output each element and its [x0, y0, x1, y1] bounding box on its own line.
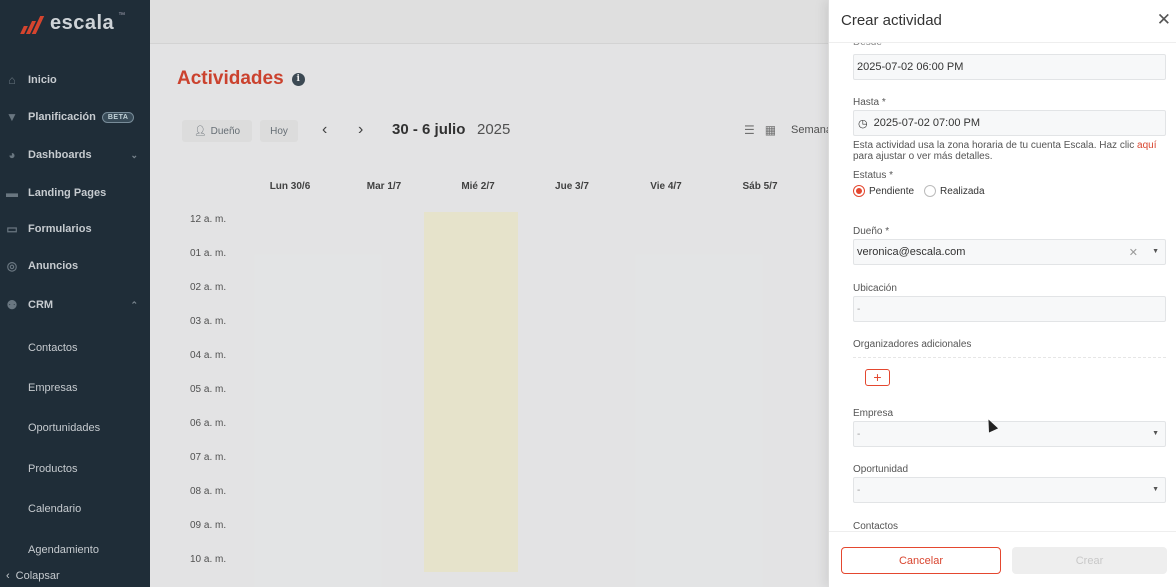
- status-realizada-radio[interactable]: [924, 185, 937, 197]
- create-button[interactable]: Crear: [1012, 547, 1167, 574]
- status-pendiente-label: Pendiente: [869, 185, 915, 197]
- desde-field[interactable]: 2025-07-02 06:00 PM: [853, 54, 1166, 80]
- location-placeholder: -: [857, 303, 861, 315]
- create-activity-drawer: Desde * 2025-07-02 06:00 PM Crear activi…: [828, 0, 1176, 587]
- company-select[interactable]: - ▼: [853, 421, 1166, 447]
- opportunity-placeholder: -: [857, 484, 861, 496]
- hasta-value: 2025-07-02 07:00 PM: [873, 117, 981, 129]
- company-placeholder: -: [857, 428, 861, 440]
- company-label: Empresa: [853, 408, 894, 419]
- location-input[interactable]: -: [853, 296, 1166, 322]
- location-label: Ubicación: [853, 283, 897, 294]
- status-realizada-label: Realizada: [940, 185, 985, 197]
- status-pendiente-radio[interactable]: [853, 185, 865, 197]
- hasta-label: Hasta *: [853, 97, 886, 108]
- add-organizer-plus-icon[interactable]: +: [865, 369, 890, 386]
- drawer-title: Crear actividad: [841, 12, 942, 29]
- caret-down-icon: ▼: [1152, 248, 1159, 255]
- cancel-button[interactable]: Cancelar: [841, 547, 1001, 574]
- opportunity-label: Oportunidad: [853, 464, 909, 475]
- opportunity-select[interactable]: - ▼: [853, 477, 1166, 503]
- owner-value: veronica@escala.com: [857, 246, 966, 258]
- modal-backdrop[interactable]: [0, 0, 828, 587]
- timezone-note-text: Esta actividad usa la zona horaria de tu…: [853, 140, 1138, 151]
- hasta-field[interactable]: ◷ 2025-07-02 07:00 PM: [853, 110, 1166, 136]
- clear-icon[interactable]: ✕: [1129, 246, 1138, 259]
- clock-icon: ◷: [858, 117, 868, 130]
- status-label: Estatus *: [853, 170, 894, 181]
- owner-label: Dueño *: [853, 226, 890, 237]
- cancel-label: Cancelar: [898, 554, 944, 567]
- timezone-link[interactable]: aquí: [1137, 140, 1156, 151]
- close-icon[interactable]: ✕: [1157, 10, 1171, 30]
- timezone-note: Esta actividad usa la zona horaria de tu…: [853, 140, 1169, 162]
- drawer-header: Crear actividad ✕: [829, 0, 1176, 43]
- desde-value: 2025-07-02 06:00 PM: [857, 61, 964, 73]
- drawer-footer: Cancelar Crear: [829, 531, 1176, 587]
- create-label: Crear: [1075, 554, 1104, 567]
- caret-down-icon: ▼: [1152, 430, 1159, 437]
- caret-down-icon: ▼: [1152, 486, 1159, 493]
- organizers-divider: [853, 357, 1166, 358]
- status-radio-group: Pendiente Realizada: [853, 185, 985, 197]
- owner-select[interactable]: veronica@escala.com ✕ ▼: [853, 239, 1166, 265]
- timezone-note-text-2: para ajustar o ver más detalles.: [853, 151, 993, 162]
- organizers-label: Organizadores adicionales: [853, 339, 972, 350]
